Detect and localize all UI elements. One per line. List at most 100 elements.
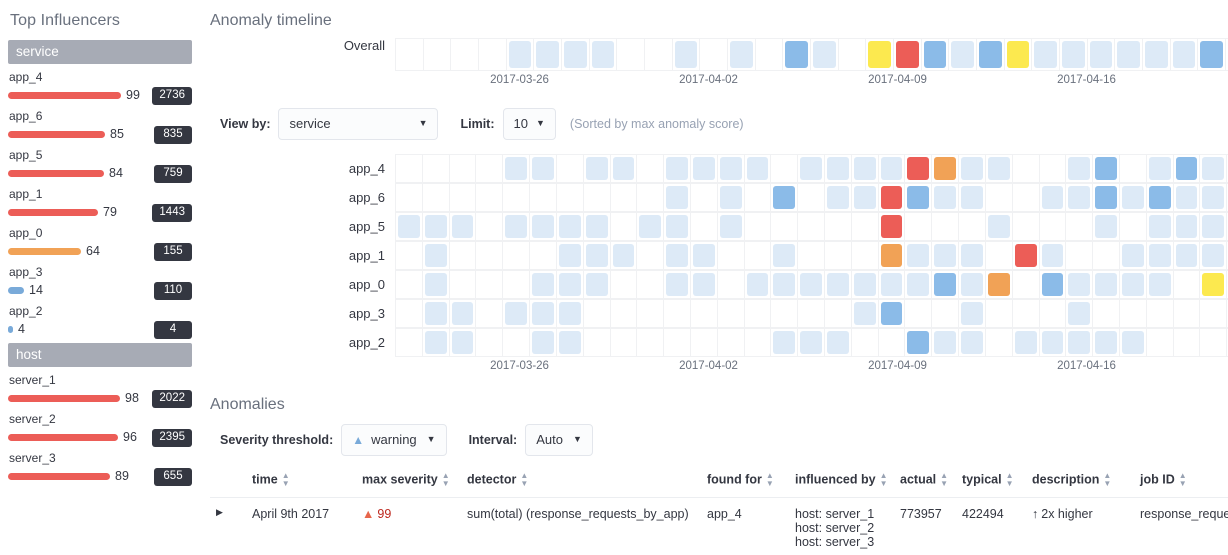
heatmap-cell[interactable] [932, 212, 959, 241]
heatmap-cell[interactable] [1174, 270, 1201, 299]
heatmap-cell[interactable] [1093, 328, 1120, 357]
heatmap-cell[interactable] [1147, 154, 1174, 183]
heatmap-cell[interactable] [423, 270, 450, 299]
heatmap-cell[interactable] [611, 183, 638, 212]
influencer-item[interactable]: app_064155 [8, 226, 192, 259]
heatmap-cell[interactable] [922, 38, 950, 71]
heatmap-cell[interactable] [718, 328, 745, 357]
heatmap-cell[interactable] [905, 328, 932, 357]
heatmap-cell[interactable] [691, 299, 718, 328]
heatmap-cell[interactable] [1040, 183, 1067, 212]
heatmap-cell[interactable] [825, 241, 852, 270]
heatmap-cell[interactable] [584, 183, 611, 212]
heatmap-cell[interactable] [771, 212, 798, 241]
heatmap-cell[interactable] [395, 299, 423, 328]
heatmap-cell[interactable] [530, 270, 557, 299]
heatmap-cell[interactable] [557, 270, 584, 299]
heatmap-cell[interactable] [1200, 299, 1227, 328]
heatmap-cell[interactable] [395, 241, 423, 270]
heatmap-cell[interactable] [798, 241, 825, 270]
heatmap-cell[interactable] [450, 299, 477, 328]
heatmap-cell[interactable] [986, 183, 1013, 212]
heatmap-cell[interactable] [894, 38, 922, 71]
influencer-item[interactable]: app_584759 [8, 148, 192, 181]
heatmap-cell[interactable] [1120, 270, 1147, 299]
heatmap-cell[interactable] [1120, 212, 1147, 241]
heatmap-cell[interactable] [530, 241, 557, 270]
heatmap-cell[interactable] [959, 299, 986, 328]
heatmap-cell[interactable] [745, 270, 772, 299]
heatmap-cell[interactable] [959, 241, 986, 270]
heatmap-cell[interactable] [932, 183, 959, 212]
heatmap-cell[interactable] [691, 183, 718, 212]
heatmap-cell[interactable] [798, 154, 825, 183]
heatmap-cell[interactable] [450, 241, 477, 270]
heatmap-cell[interactable] [728, 38, 756, 71]
heatmap-cell[interactable] [590, 38, 618, 71]
heatmap-cell[interactable] [986, 154, 1013, 183]
heatmap-cell[interactable] [798, 212, 825, 241]
heatmap-cell[interactable] [745, 183, 772, 212]
heatmap-cell[interactable] [1174, 212, 1201, 241]
heatmap-cell[interactable] [450, 212, 477, 241]
heatmap-cell[interactable] [611, 154, 638, 183]
heatmap-cell[interactable] [1200, 270, 1227, 299]
heatmap-cell[interactable] [852, 270, 879, 299]
heatmap-cell[interactable] [557, 299, 584, 328]
heatmap-cell[interactable] [691, 241, 718, 270]
heatmap-cell[interactable] [852, 154, 879, 183]
heatmap-cell[interactable] [718, 270, 745, 299]
heatmap-cell[interactable] [1200, 183, 1227, 212]
heatmap-cell[interactable] [503, 299, 530, 328]
heatmap-cell[interactable] [1040, 328, 1067, 357]
column-header-detector[interactable]: detector▲▼ [461, 468, 701, 498]
heatmap-cell[interactable] [1005, 38, 1033, 71]
heatmap-cell[interactable] [584, 154, 611, 183]
column-header-actual[interactable]: actual▲▼ [894, 468, 956, 498]
heatmap-cell[interactable] [745, 328, 772, 357]
heatmap-cell[interactable] [1147, 241, 1174, 270]
heatmap-cell[interactable] [959, 328, 986, 357]
heatmap-cell[interactable] [718, 299, 745, 328]
heatmap-cell[interactable] [664, 154, 691, 183]
heatmap-cell[interactable] [637, 270, 664, 299]
heatmap-cell[interactable] [825, 328, 852, 357]
heatmap-cell[interactable] [1093, 212, 1120, 241]
heatmap-cell[interactable] [530, 183, 557, 212]
heatmap-cell[interactable] [530, 299, 557, 328]
overall-timeline-cells[interactable] [395, 38, 1228, 71]
column-header-time[interactable]: time▲▼ [246, 468, 356, 498]
heatmap-cell[interactable] [617, 38, 645, 71]
heatmap-cell[interactable] [1200, 212, 1227, 241]
heatmap-cell[interactable] [423, 154, 450, 183]
heatmap-cell[interactable] [637, 241, 664, 270]
heatmap-cell[interactable] [745, 299, 772, 328]
heatmap-cell[interactable] [691, 212, 718, 241]
heatmap-cell[interactable] [798, 183, 825, 212]
heatmap-cell[interactable] [1093, 154, 1120, 183]
heatmap-cell[interactable] [879, 241, 906, 270]
heatmap-cell[interactable] [1198, 38, 1226, 71]
heatmap-cell[interactable] [645, 38, 673, 71]
heatmap-cell[interactable] [1174, 241, 1201, 270]
heatmap-cell[interactable] [637, 328, 664, 357]
heatmap-cell[interactable] [932, 154, 959, 183]
heatmap-cell[interactable] [450, 328, 477, 357]
heatmap-cell[interactable] [825, 270, 852, 299]
heatmap-cell[interactable] [664, 183, 691, 212]
heatmap-cell[interactable] [423, 183, 450, 212]
heatmap-cell[interactable] [503, 212, 530, 241]
heatmap-cell[interactable] [395, 270, 423, 299]
heatmap-cell[interactable] [959, 270, 986, 299]
heatmap-cell[interactable] [932, 328, 959, 357]
influencer-item[interactable]: server_1982022 [8, 373, 192, 406]
heatmap-cell[interactable] [1013, 241, 1040, 270]
heatmap-cell[interactable] [1066, 183, 1093, 212]
heatmap-cell[interactable] [691, 270, 718, 299]
heatmap-cell[interactable] [1120, 241, 1147, 270]
heatmap-cell[interactable] [771, 241, 798, 270]
heatmap-cell[interactable] [905, 212, 932, 241]
heatmap-cell[interactable] [479, 38, 507, 71]
heatmap-cell[interactable] [1013, 212, 1040, 241]
heatmap-cell[interactable] [1040, 241, 1067, 270]
